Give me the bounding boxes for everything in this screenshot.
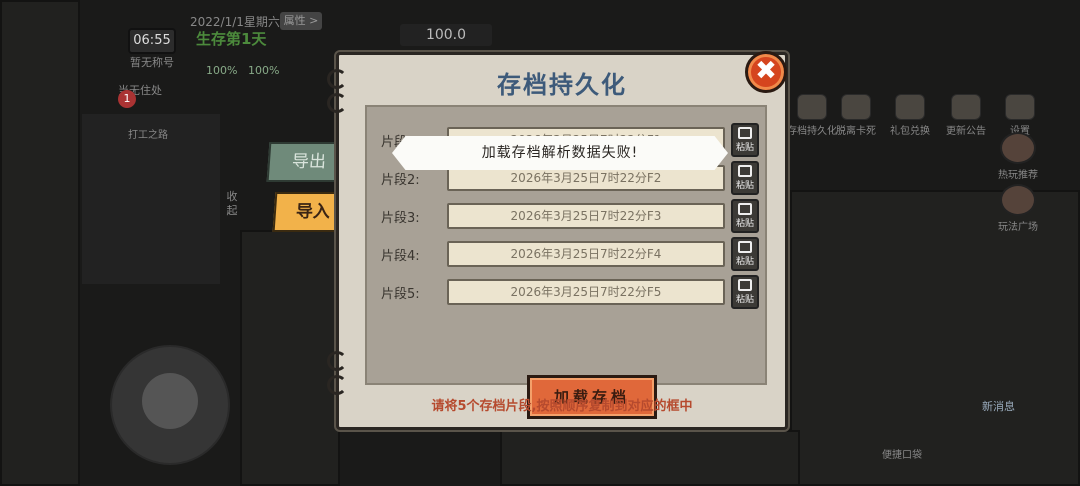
binder-ring-icon bbox=[327, 375, 347, 395]
fragment-label: 片段3: bbox=[381, 211, 420, 226]
fragment-row: 片段3: 2026年3月25日7时22分F3 粘贴 bbox=[381, 199, 761, 233]
menu-settings[interactable]: 设置 bbox=[994, 94, 1046, 137]
news-button[interactable]: 新消息 bbox=[982, 398, 1015, 414]
joystick-knob[interactable] bbox=[142, 373, 198, 429]
clipboard-icon bbox=[738, 165, 752, 177]
fragment-input-5[interactable]: 2026年3月25日7时22分F5 bbox=[447, 279, 725, 305]
play-square-button[interactable]: 玩法广场 bbox=[994, 184, 1042, 233]
fragment-label: 片段4: bbox=[381, 249, 420, 264]
error-toast: 加载存档解析数据失败! bbox=[392, 136, 728, 170]
paste-button-4[interactable]: 粘贴 bbox=[731, 237, 759, 271]
notice-icon bbox=[951, 94, 981, 120]
menu-gift-redeem[interactable]: 礼包兑换 bbox=[884, 94, 936, 137]
close-button[interactable]: ✖ bbox=[745, 51, 787, 93]
pocket-button[interactable]: 便捷口袋 bbox=[882, 446, 922, 461]
fragment-label: 片段2: bbox=[381, 173, 420, 188]
notification-badge: 1 bbox=[118, 90, 136, 108]
binder-ring-icon bbox=[327, 351, 347, 371]
fragment-label: 片段5: bbox=[381, 287, 420, 302]
instruction-hint: 请将5个存档片段,按照顺序复制到对应的框中 bbox=[431, 399, 693, 414]
stat-hunger: 100% bbox=[206, 64, 238, 77]
survival-day: 生存第1天 bbox=[196, 30, 267, 48]
hot-recommend-button[interactable]: 热玩推荐 bbox=[994, 132, 1042, 181]
player-title: 暂无称号 bbox=[130, 56, 174, 69]
collapse-button[interactable]: 收起 bbox=[222, 190, 242, 240]
fragment-row: 片段4: 2026年3月25日7时22分F4 粘贴 bbox=[381, 237, 761, 271]
gear-icon bbox=[1005, 94, 1035, 120]
fragment-input-4[interactable]: 2026年3月25日7时22分F4 bbox=[447, 241, 725, 267]
menu-update-notice[interactable]: 更新公告 bbox=[940, 94, 992, 137]
unstuck-icon bbox=[841, 94, 871, 120]
clipboard-icon bbox=[738, 279, 752, 291]
paste-button-3[interactable]: 粘贴 bbox=[731, 199, 759, 233]
fragment-row: 片段5: 2026年3月25日7时22分F5 粘贴 bbox=[381, 275, 761, 309]
clipboard-icon bbox=[738, 241, 752, 253]
save-persist-dialog: 存档持久化 ✖ 片段1: 2026年3月25日7时22分F1 粘贴 片段2: 2… bbox=[327, 51, 788, 430]
hud-clock: 06:55 bbox=[128, 28, 176, 54]
clipboard-icon bbox=[738, 127, 752, 139]
save-icon bbox=[797, 94, 827, 120]
stat-mood: 100% bbox=[248, 64, 280, 77]
work-path-button[interactable]: 打工之路 bbox=[128, 126, 168, 141]
dialog-title: 存档持久化 bbox=[497, 71, 627, 99]
paste-button-1[interactable]: 粘贴 bbox=[731, 123, 759, 157]
square-icon bbox=[1000, 184, 1036, 216]
fragment-input-3[interactable]: 2026年3月25日7时22分F3 bbox=[447, 203, 725, 229]
paste-button-5[interactable]: 粘贴 bbox=[731, 275, 759, 309]
hot-icon bbox=[1000, 132, 1036, 164]
attributes-button[interactable]: 属性 > bbox=[280, 12, 322, 30]
gift-icon bbox=[895, 94, 925, 120]
money-display: 100.0 bbox=[400, 24, 492, 46]
clipboard-icon bbox=[738, 203, 752, 215]
menu-unstuck[interactable]: 脱离卡死 bbox=[830, 94, 882, 137]
paste-button-2[interactable]: 粘贴 bbox=[731, 161, 759, 195]
